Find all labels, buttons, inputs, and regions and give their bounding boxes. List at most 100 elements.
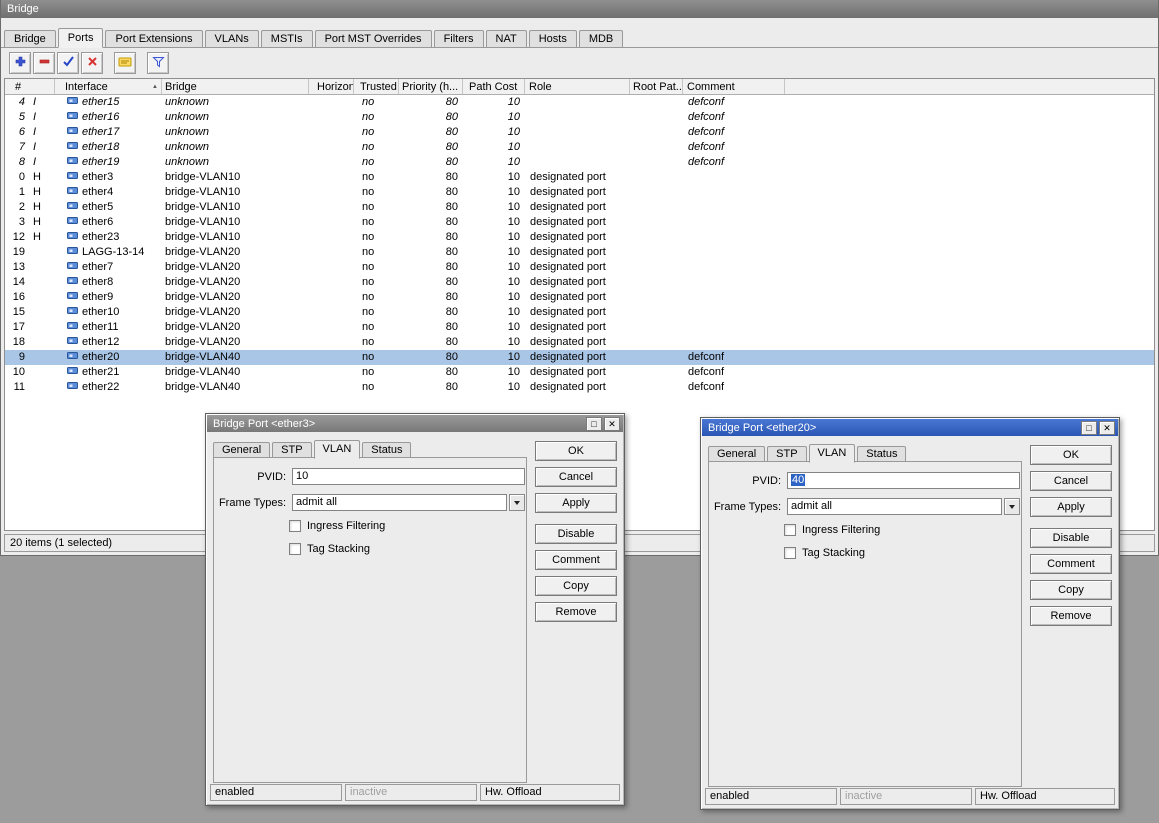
pvid-input[interactable]: 10 <box>292 468 525 485</box>
column-header-path-cost[interactable]: Path Cost <box>463 79 525 94</box>
tab-mdb[interactable]: MDB <box>579 30 623 48</box>
dropdown-arrow-icon[interactable] <box>1004 498 1020 515</box>
comment-button[interactable]: Comment <box>1030 554 1112 574</box>
table-row-ether23[interactable]: 12Hether23bridge-VLAN10no8010designated … <box>5 230 1154 245</box>
dropdown-arrow-icon[interactable] <box>509 494 525 511</box>
table-header: #Interface▲BridgeHorizonTrustedPriority … <box>5 79 1154 95</box>
tab-mstis[interactable]: MSTIs <box>261 30 313 48</box>
tab-bridge[interactable]: Bridge <box>4 30 56 48</box>
table-row-ether3[interactable]: 0Hether3bridge-VLAN10no8010designated po… <box>5 170 1154 185</box>
table-row-ether8[interactable]: 14ether8bridge-VLAN20no8010designated po… <box>5 275 1154 290</box>
table-row-ether10[interactable]: 15ether10bridge-VLAN20no8010designated p… <box>5 305 1154 320</box>
tab-stp[interactable]: STP <box>272 442 311 458</box>
table-row-ether11[interactable]: 17ether11bridge-VLAN20no8010designated p… <box>5 320 1154 335</box>
tab-vlan[interactable]: VLAN <box>809 444 856 463</box>
comment-button[interactable] <box>114 52 136 74</box>
table-row-ether22[interactable]: 11ether22bridge-VLAN40no8010designated p… <box>5 380 1154 395</box>
column-header-comment[interactable]: Comment <box>683 79 785 94</box>
dialog-titlebar[interactable]: Bridge Port <ether20> □ ✕ <box>702 419 1118 436</box>
tab-port-mst-overrides[interactable]: Port MST Overrides <box>315 30 432 48</box>
pvid-label: PVID: <box>214 471 286 483</box>
column-header-role[interactable]: Role <box>525 79 630 94</box>
add-button[interactable] <box>9 52 31 74</box>
table-row-ether21[interactable]: 10ether21bridge-VLAN40no8010designated p… <box>5 365 1154 380</box>
table-row-ether7[interactable]: 13ether7bridge-VLAN20no8010designated po… <box>5 260 1154 275</box>
cell-interface: ether12 <box>55 335 162 350</box>
tab-general[interactable]: General <box>213 442 270 458</box>
table-row-ether6[interactable]: 3Hether6bridge-VLAN10no8010designated po… <box>5 215 1154 230</box>
tab-stp[interactable]: STP <box>767 446 806 462</box>
table-row-ether12[interactable]: 18ether12bridge-VLAN20no8010designated p… <box>5 335 1154 350</box>
enable-button[interactable] <box>57 52 79 74</box>
apply-button[interactable]: Apply <box>1030 497 1112 517</box>
table-row-ether5[interactable]: 2Hether5bridge-VLAN10no8010designated po… <box>5 200 1154 215</box>
table-row-ether18[interactable]: 7Iether18unknownno8010defconf <box>5 140 1154 155</box>
table-row-ether17[interactable]: 6Iether17unknownno8010defconf <box>5 125 1154 140</box>
table-row-ether19[interactable]: 8Iether19unknownno8010defconf <box>5 155 1154 170</box>
ok-button[interactable]: OK <box>1030 445 1112 465</box>
column-header-bridge[interactable]: Bridge <box>162 79 309 94</box>
column-header-num[interactable]: # <box>5 79 55 94</box>
table-row-lagg-13-14[interactable]: 19LAGG-13-14bridge-VLAN20no8010designate… <box>5 245 1154 260</box>
tab-ports[interactable]: Ports <box>58 28 104 48</box>
tab-vlans[interactable]: VLANs <box>205 30 259 48</box>
close-icon[interactable]: ✕ <box>1099 421 1115 435</box>
cell-trusted: no <box>354 95 399 110</box>
tab-status[interactable]: Status <box>857 446 906 462</box>
tab-filters[interactable]: Filters <box>434 30 484 48</box>
close-icon[interactable]: ✕ <box>604 417 620 431</box>
cell-interface: ether9 <box>55 290 162 305</box>
tag-stacking-checkbox[interactable]: Tag Stacking <box>784 547 1021 559</box>
disable-button[interactable]: Disable <box>535 524 617 544</box>
comment-button[interactable]: Comment <box>535 550 617 570</box>
column-header-trusted[interactable]: Trusted <box>354 79 399 94</box>
column-header-horizon[interactable]: Horizon <box>309 79 354 94</box>
disable-button[interactable] <box>81 52 103 74</box>
maximize-icon[interactable]: □ <box>586 417 602 431</box>
ok-button[interactable]: OK <box>535 441 617 461</box>
status-hw-offload: Hw. Offload <box>975 788 1115 805</box>
tab-hosts[interactable]: Hosts <box>529 30 577 48</box>
copy-button[interactable]: Copy <box>1030 580 1112 600</box>
frame-types-select[interactable]: admit all <box>787 498 1020 515</box>
copy-button[interactable]: Copy <box>535 576 617 596</box>
filter-button[interactable] <box>147 52 169 74</box>
remove-button[interactable] <box>33 52 55 74</box>
cancel-button[interactable]: Cancel <box>535 467 617 487</box>
table-row-ether9[interactable]: 16ether9bridge-VLAN20no8010designated po… <box>5 290 1154 305</box>
cancel-button[interactable]: Cancel <box>1030 471 1112 491</box>
table-row-ether4[interactable]: 1Hether4bridge-VLAN10no8010designated po… <box>5 185 1154 200</box>
column-header-interface[interactable]: Interface▲ <box>55 79 162 94</box>
status-inactive: inactive <box>840 788 972 805</box>
table-row-ether16[interactable]: 5Iether16unknownno8010defconf <box>5 110 1154 125</box>
cell-role: designated port <box>525 245 630 260</box>
cell-flags: I <box>27 110 55 125</box>
table-row-ether20[interactable]: 9ether20bridge-VLAN40no8010designated po… <box>5 350 1154 365</box>
pvid-input[interactable]: 40 <box>787 472 1020 489</box>
bridge-window-titlebar[interactable]: Bridge <box>1 0 1158 18</box>
ingress-filtering-checkbox[interactable]: Ingress Filtering <box>289 520 526 532</box>
remove-button[interactable]: Remove <box>535 602 617 622</box>
tab-status[interactable]: Status <box>362 442 411 458</box>
disable-button[interactable]: Disable <box>1030 528 1112 548</box>
column-header-priority-h[interactable]: Priority (h... <box>399 79 463 94</box>
remove-button[interactable]: Remove <box>1030 606 1112 626</box>
cell-trusted: no <box>354 260 399 275</box>
dialog-titlebar[interactable]: Bridge Port <ether3> □ ✕ <box>207 415 623 432</box>
bridge-port-ether20-dialog: Bridge Port <ether20> □ ✕ General STP VL… <box>700 417 1120 810</box>
cell-bridge: bridge-VLAN20 <box>162 335 309 350</box>
tab-port-extensions[interactable]: Port Extensions <box>105 30 202 48</box>
tag-stacking-checkbox[interactable]: Tag Stacking <box>289 543 526 555</box>
ingress-filtering-checkbox[interactable]: Ingress Filtering <box>784 524 1021 536</box>
apply-button[interactable]: Apply <box>535 493 617 513</box>
cell-root-path <box>630 140 683 155</box>
cell-priority: 80 <box>399 365 463 380</box>
frame-types-select[interactable]: admit all <box>292 494 525 511</box>
cell-interface: LAGG-13-14 <box>55 245 162 260</box>
column-header-root-pat[interactable]: Root Pat... <box>630 79 683 94</box>
tab-nat[interactable]: NAT <box>486 30 527 48</box>
maximize-icon[interactable]: □ <box>1081 421 1097 435</box>
table-row-ether15[interactable]: 4Iether15unknownno8010defconf <box>5 95 1154 110</box>
tab-general[interactable]: General <box>708 446 765 462</box>
tab-vlan[interactable]: VLAN <box>314 440 361 459</box>
